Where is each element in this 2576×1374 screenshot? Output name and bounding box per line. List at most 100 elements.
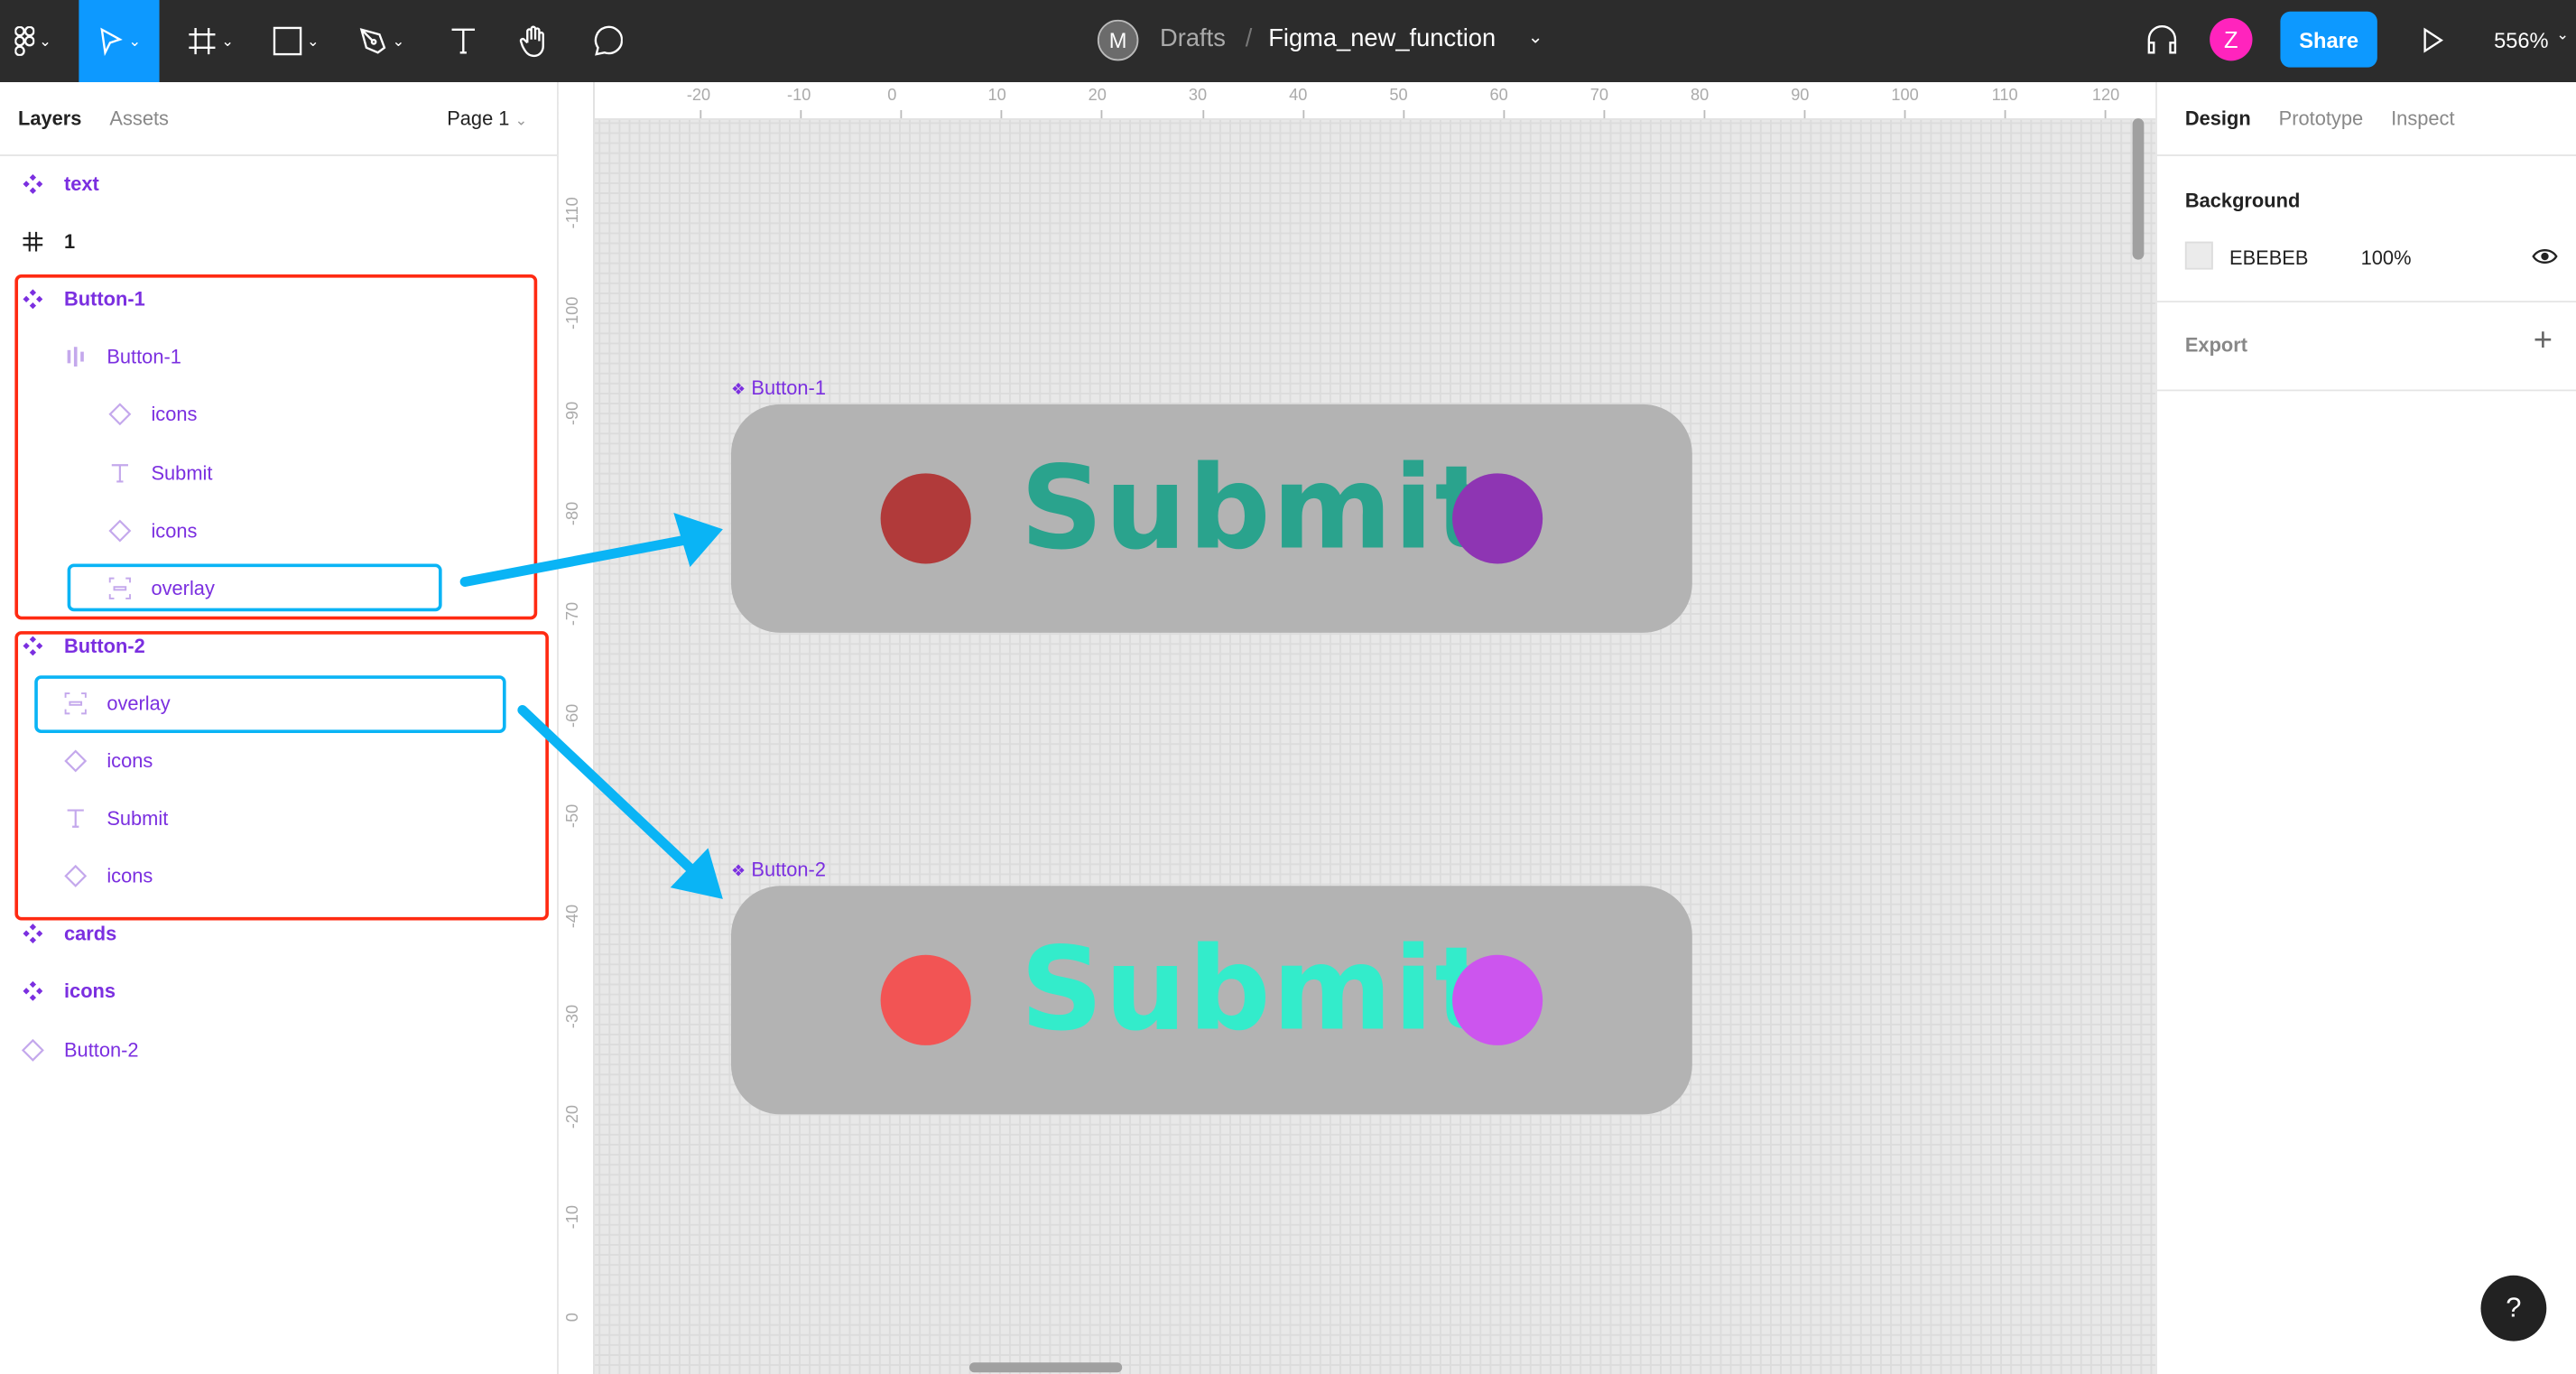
ruler-tick [2005, 109, 2007, 119]
horizontal-ruler: -20 -10 0 10 20 30 40 50 60 70 80 90 100 110 120 [558, 82, 2156, 120]
ruler-tick [1302, 109, 1304, 119]
layer-item[interactable]: cards [22, 917, 117, 950]
ruler-tick-label: -10 [787, 87, 811, 106]
frame-tool[interactable]: ⌄ [178, 0, 244, 82]
ruler-tick [1201, 109, 1204, 119]
present-play-icon[interactable] [2422, 26, 2444, 54]
ruler-tick-label: -10 [564, 1205, 583, 1230]
vertical-scrollbar[interactable] [2132, 118, 2145, 260]
tab-design[interactable]: Design [2185, 107, 2251, 129]
layer-item[interactable]: Button-2 [21, 1033, 139, 1065]
ruler-tick-label: 0 [564, 1313, 583, 1323]
share-button[interactable]: Share [2280, 11, 2377, 68]
ruler-tick-label: -30 [564, 1004, 583, 1028]
frame-label-text: Button-1 [751, 376, 826, 400]
component-icon [22, 173, 44, 194]
export-title: Export [2184, 333, 2248, 357]
chevron-down-icon: ⌄ [306, 32, 320, 49]
chevron-down-icon: ⌄ [221, 32, 234, 49]
tab-layers[interactable]: Layers [18, 107, 81, 129]
layer-label: icons [63, 979, 116, 1004]
zoom-chevron-icon[interactable]: ⌄ [2556, 26, 2569, 44]
ruler-tick-label: -100 [564, 296, 583, 330]
chevron-down-icon: ⌄ [39, 32, 51, 49]
left-icon-dot [880, 473, 971, 564]
chevron-down-icon: ⌄ [514, 111, 528, 129]
ruler-tick-label: 90 [1791, 87, 1810, 106]
canvas[interactable]: -20 -10 0 10 20 30 40 50 60 70 80 90 100 110 120 -110-… [558, 82, 2156, 1374]
user-avatar[interactable]: Z [2210, 18, 2253, 61]
submit-text: Submit [1020, 440, 1492, 576]
annotation-highlight-overlay-2 [34, 675, 506, 733]
headphones-icon[interactable] [2145, 23, 2178, 55]
ruler-tick-label: 110 [1991, 87, 2018, 106]
background-opacity[interactable]: 100% [2361, 246, 2412, 269]
vertical-ruler: -110 -100 -90 -80 -70 -60 -50 -40 -30 -20 -10 0 [558, 82, 595, 1374]
eye-icon[interactable] [2532, 246, 2558, 266]
component-icon: ❖ [730, 381, 746, 400]
ruler-tick [1603, 109, 1606, 119]
ruler-tick [1904, 109, 1906, 119]
hand-tool[interactable] [513, 0, 555, 82]
layer-item[interactable]: text [22, 168, 99, 200]
ruler-tick [800, 109, 802, 119]
page-name: Page 1 [447, 107, 510, 130]
ruler-tick-label: -20 [564, 1104, 583, 1129]
button-component[interactable]: Submit [730, 886, 1692, 1115]
ruler-tick [1402, 109, 1404, 119]
ruler-tick-label: 40 [1289, 87, 1308, 106]
text-tool[interactable] [443, 0, 483, 82]
chevron-down-icon: ⌄ [128, 32, 142, 49]
file-avatar[interactable]: M [1097, 19, 1139, 61]
move-tool[interactable]: ⌄ [79, 0, 160, 83]
component-icon [22, 924, 44, 944]
ruler-tick-label: -60 [564, 702, 583, 728]
figma-logo-icon [14, 26, 34, 56]
background-color-swatch[interactable] [2184, 241, 2213, 270]
cursor-icon [100, 27, 124, 56]
frame-label[interactable]: ❖ Button-2 [731, 858, 826, 880]
page-selector[interactable]: Page 1 ⌄ [447, 107, 527, 129]
ruler-tick-label: -20 [686, 87, 711, 106]
ruler-tick [700, 109, 702, 119]
ruler-tick-label: 10 [987, 87, 1006, 106]
component-icon: ❖ [730, 862, 746, 881]
right-icon-dot [1452, 954, 1543, 1045]
breadcrumb-drafts[interactable]: Drafts [1160, 24, 1226, 52]
main-menu-button[interactable]: ⌄ [0, 0, 66, 82]
ruler-tick [900, 109, 903, 119]
layer-item[interactable]: 1 [22, 226, 75, 258]
frame-icon [22, 231, 44, 252]
background-hex[interactable]: EBEBEB [2229, 246, 2308, 269]
horizontal-scrollbar[interactable] [968, 1362, 1123, 1373]
comment-tool[interactable] [585, 0, 627, 82]
ruler-tick-label: -80 [564, 502, 583, 526]
tab-assets[interactable]: Assets [109, 107, 169, 129]
ruler-tick-label: 70 [1589, 87, 1609, 106]
frame-label-text: Button-2 [751, 858, 826, 881]
pen-tool[interactable]: ⌄ [348, 0, 414, 82]
ruler-tick-label: -50 [564, 803, 583, 828]
ruler-tick [1503, 109, 1505, 119]
ruler-tick [1001, 109, 1003, 119]
ruler-tick-label: 20 [1088, 87, 1107, 106]
layer-label: text [63, 172, 99, 196]
frame-label[interactable]: ❖ Button-1 [731, 376, 826, 399]
layer-label: Button-2 [63, 1037, 139, 1062]
tab-prototype[interactable]: Prototype [2279, 107, 2364, 129]
button-component[interactable]: Submit [730, 404, 1692, 633]
annotation-box-button-2 [14, 631, 549, 921]
zoom-level[interactable]: 556% [2494, 28, 2549, 52]
add-export-plus-icon[interactable]: + [2534, 322, 2553, 360]
shape-tool[interactable]: ⌄ [263, 0, 329, 82]
ruler-tick-label: 50 [1389, 87, 1408, 106]
layer-item[interactable]: icons [22, 975, 116, 1007]
file-name[interactable]: Figma_new_function [1268, 24, 1496, 52]
file-menu-chevron-icon[interactable]: ⌄ [1528, 26, 1543, 48]
tab-inspect[interactable]: Inspect [2391, 107, 2454, 129]
help-button[interactable]: ? [2480, 1275, 2547, 1342]
comment-icon [594, 25, 623, 56]
breadcrumb-separator: / [1245, 24, 1253, 53]
background-title: Background [2184, 189, 2301, 212]
hand-icon [519, 25, 544, 58]
